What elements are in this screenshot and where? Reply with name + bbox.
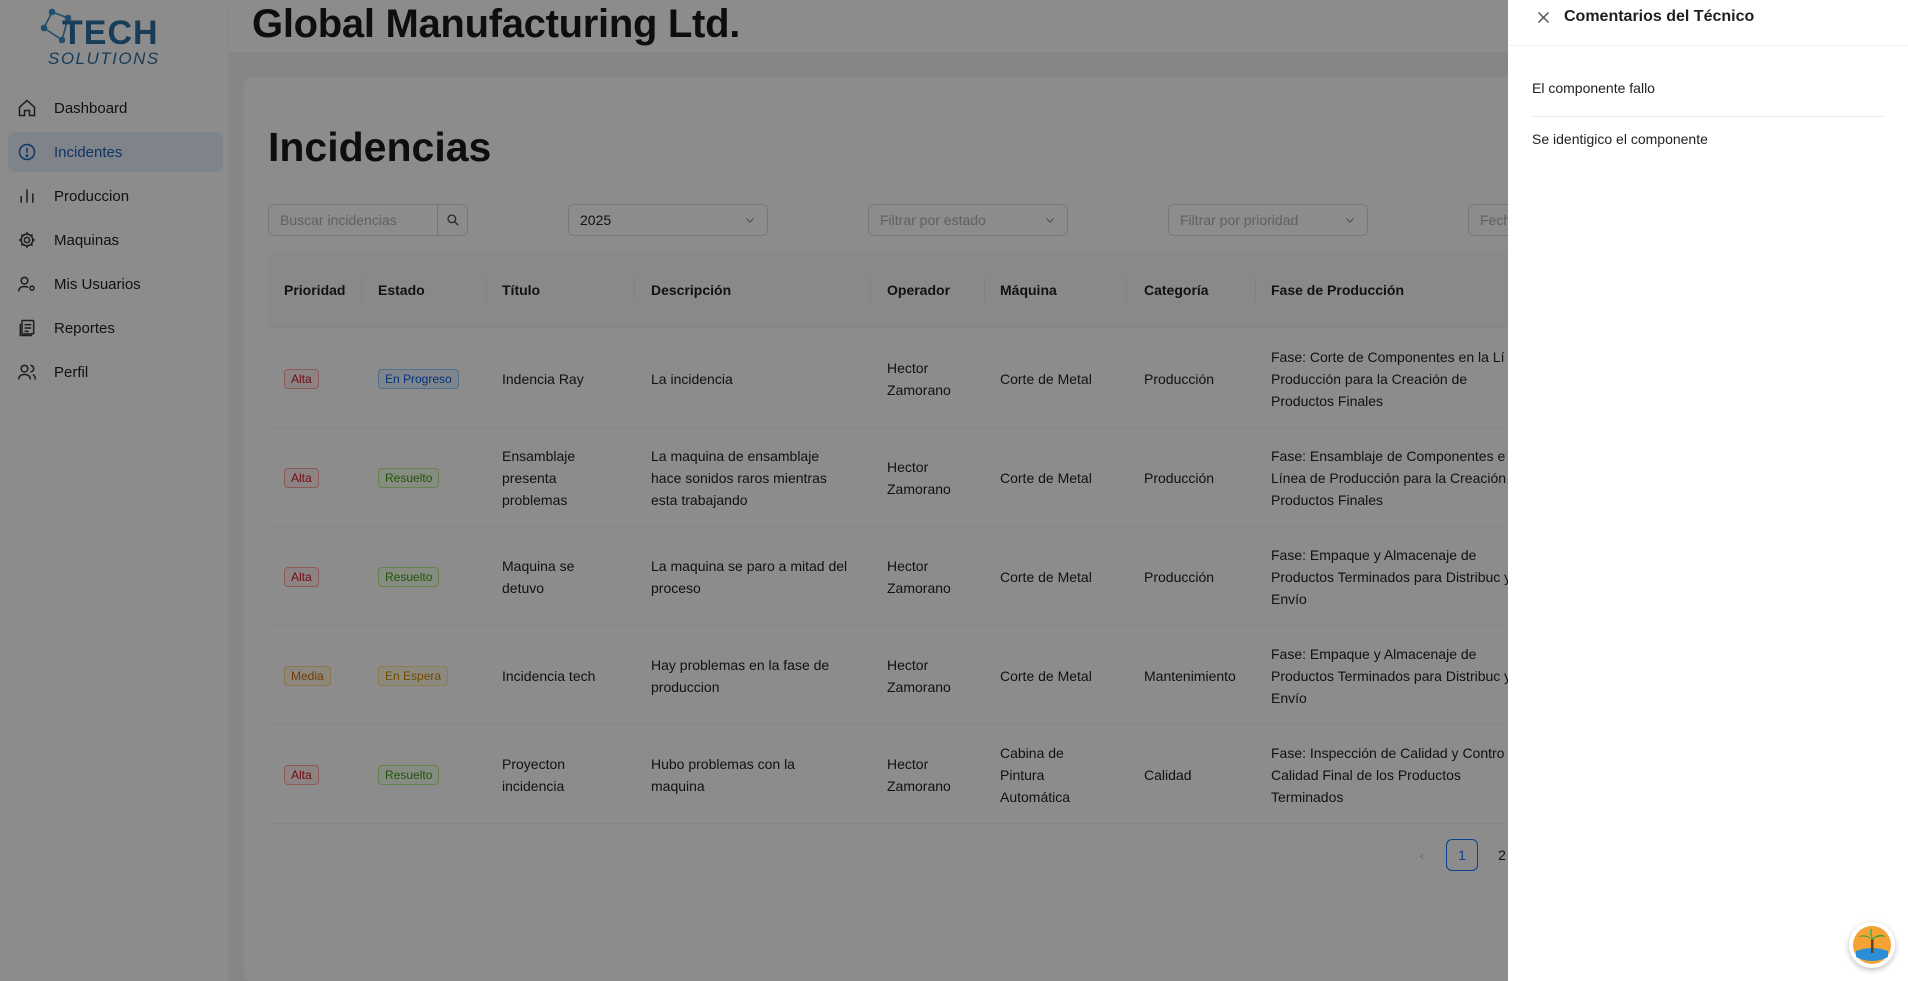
- comment-item: El componente fallo: [1532, 80, 1884, 117]
- floating-assistant-button[interactable]: [1849, 922, 1895, 968]
- comments-drawer: Comentarios del Técnico El componente fa…: [1508, 0, 1908, 981]
- drawer-close-button[interactable]: [1534, 8, 1552, 26]
- close-icon: [1537, 11, 1549, 23]
- comment-item: Se identigico el componente: [1532, 131, 1708, 147]
- palm-tree-icon: [1853, 926, 1891, 964]
- drawer-header: Comentarios del Técnico: [1508, 0, 1908, 46]
- drawer-title: Comentarios del Técnico: [1564, 8, 1755, 25]
